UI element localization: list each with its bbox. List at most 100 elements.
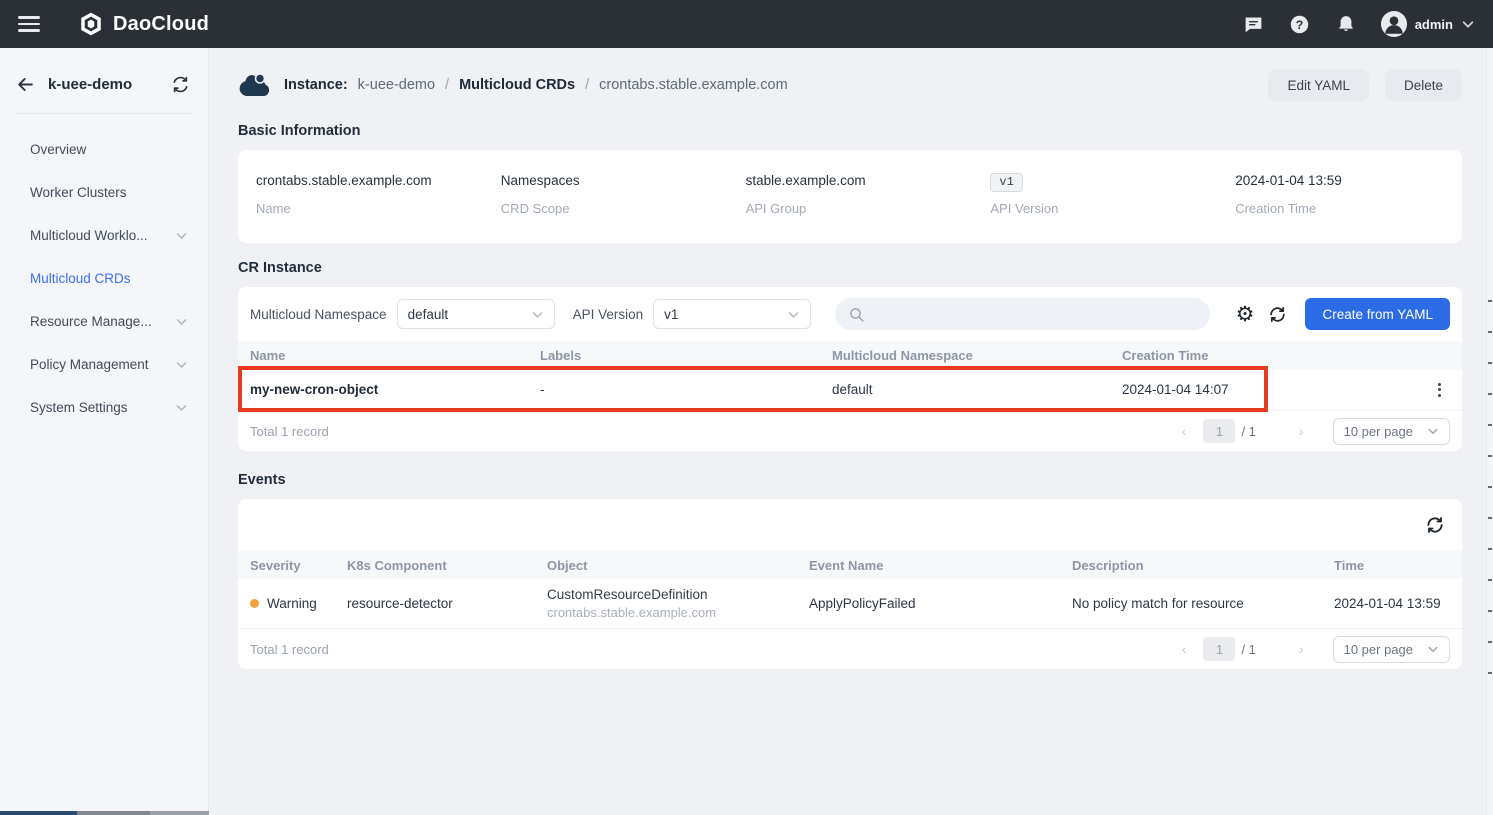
breadcrumb-separator: /	[585, 77, 589, 93]
main-content: Instance: k-uee-demo / Multicloud CRDs /…	[209, 48, 1493, 815]
column-header-object: Object	[535, 558, 797, 573]
cell-severity: Warning	[267, 596, 317, 611]
field-value: Namespaces	[501, 173, 728, 192]
cr-table-footer: Total 1 record ‹ 1 / 1 › 10 per page	[238, 411, 1462, 451]
breadcrumb-item-multicloud-crds[interactable]: Multicloud CRDs	[459, 77, 575, 93]
chevron-down-icon	[531, 308, 544, 321]
events-table-header: Severity K8s Component Object Event Name…	[238, 551, 1462, 579]
delete-button[interactable]: Delete	[1385, 69, 1462, 101]
refresh-icon[interactable]	[1425, 515, 1445, 535]
column-header-namespace: Multicloud Namespace	[820, 348, 1110, 363]
breadcrumb-item-crd-name: crontabs.stable.example.com	[599, 77, 788, 93]
page-scrollbar[interactable]	[1486, 48, 1493, 815]
per-page-value: 10 per page	[1344, 424, 1413, 439]
object-name: crontabs.stable.example.com	[547, 605, 797, 620]
prev-page-icon[interactable]: ‹	[1179, 423, 1190, 439]
back-arrow-icon[interactable]	[16, 75, 35, 94]
sidebar-item-label: Worker Clusters	[30, 185, 127, 200]
cr-table-header: Name Labels Multicloud Namespace Creatio…	[238, 341, 1462, 369]
table-row[interactable]: my-new-cron-object - default 2024-01-04 …	[238, 369, 1462, 411]
sidebar-item-system-settings[interactable]: System Settings	[0, 386, 208, 429]
create-from-yaml-button[interactable]: Create from YAML	[1305, 298, 1450, 330]
breadcrumb-prefix: Instance:	[284, 77, 348, 93]
cell-name[interactable]: my-new-cron-object	[238, 382, 528, 397]
cluster-name: k-uee-demo	[48, 76, 132, 93]
column-header-labels: Labels	[528, 348, 820, 363]
cell-object: CustomResourceDefinition crontabs.stable…	[535, 587, 797, 620]
field-crd-scope: Namespaces CRD Scope	[483, 173, 728, 216]
breadcrumb: Instance: k-uee-demo / Multicloud CRDs /…	[284, 77, 788, 93]
namespace-select-value: default	[408, 307, 449, 322]
column-header-description: Description	[1060, 558, 1322, 573]
page-count: / 1	[1241, 642, 1255, 657]
sidebar-item-label: Multicloud Worklo...	[30, 228, 148, 243]
cell-event-name: ApplyPolicyFailed	[797, 596, 1060, 611]
per-page-value: 10 per page	[1344, 642, 1413, 657]
column-header-severity: Severity	[238, 558, 335, 573]
api-version-select[interactable]: v1	[653, 299, 811, 329]
user-menu[interactable]: admin	[1381, 11, 1475, 37]
sidebar-item-label: System Settings	[30, 400, 128, 415]
current-page-input[interactable]: 1	[1203, 419, 1235, 443]
brand[interactable]: DaoCloud	[78, 11, 209, 37]
breadcrumb-separator: /	[445, 77, 449, 93]
chevron-down-icon	[175, 358, 188, 371]
switch-cluster-icon[interactable]	[171, 76, 190, 93]
field-value: stable.example.com	[746, 173, 973, 192]
sidebar-item-overview[interactable]: Overview	[0, 128, 208, 171]
namespace-select[interactable]: default	[397, 299, 555, 329]
search-input[interactable]	[835, 298, 1210, 330]
column-header-name: Name	[238, 348, 528, 363]
edit-yaml-button[interactable]: Edit YAML	[1268, 69, 1369, 101]
basic-info-title: Basic Information	[238, 123, 1462, 139]
chevron-down-icon	[787, 308, 800, 321]
chevron-down-icon	[175, 315, 188, 328]
next-page-icon[interactable]: ›	[1296, 423, 1307, 439]
per-page-select[interactable]: 10 per page	[1333, 636, 1450, 663]
sidebar-item-label: Resource Manage...	[30, 314, 152, 329]
object-kind: CustomResourceDefinition	[547, 587, 797, 602]
bottom-edge-artifact	[0, 811, 209, 815]
current-page-input[interactable]: 1	[1203, 637, 1235, 661]
sidebar-item-label: Multicloud CRDs	[30, 271, 131, 286]
field-creation-time: 2024-01-04 13:59 Creation Time	[1217, 173, 1462, 216]
cell-creation-time: 2024-01-04 14:07	[1110, 382, 1405, 397]
sidebar-item-worker-clusters[interactable]: Worker Clusters	[0, 171, 208, 214]
field-api-version: v1 API Version	[972, 173, 1217, 216]
breadcrumb-item-cluster[interactable]: k-uee-demo	[358, 77, 435, 93]
chevron-down-icon	[1427, 425, 1439, 437]
sidebar-item-policy-management[interactable]: Policy Management	[0, 343, 208, 386]
events-table-footer: Total 1 record ‹ 1 / 1 › 10 per page	[238, 629, 1462, 669]
cloud-instance-icon	[238, 72, 272, 98]
cell-k8s-component: resource-detector	[335, 596, 535, 611]
sidebar-item-resource-management[interactable]: Resource Manage...	[0, 300, 208, 343]
row-actions-kebab-icon[interactable]	[1417, 383, 1462, 397]
sidebar-item-multicloud-crds[interactable]: Multicloud CRDs	[0, 257, 208, 300]
bell-icon[interactable]	[1335, 13, 1357, 35]
hamburger-menu-icon[interactable]	[18, 16, 40, 32]
chevron-down-icon	[1427, 643, 1439, 655]
field-label: Creation Time	[1235, 201, 1462, 216]
gear-icon[interactable]: ⚙	[1236, 304, 1255, 325]
events-card: Severity K8s Component Object Event Name…	[238, 499, 1462, 669]
api-version-filter-label: API Version	[573, 307, 644, 322]
warning-dot-icon	[250, 599, 259, 608]
chevron-down-icon	[175, 401, 188, 414]
sidebar-item-multicloud-workloads[interactable]: Multicloud Worklo...	[0, 214, 208, 257]
table-row: Warning resource-detector CustomResource…	[238, 579, 1462, 629]
refresh-icon[interactable]	[1268, 305, 1287, 324]
per-page-select[interactable]: 10 per page	[1333, 418, 1450, 445]
help-icon[interactable]: ?	[1289, 13, 1311, 35]
field-label: API Group	[746, 201, 973, 216]
field-name: crontabs.stable.example.com Name	[238, 173, 483, 216]
basic-info-card: crontabs.stable.example.com Name Namespa…	[238, 150, 1462, 243]
user-name: admin	[1415, 17, 1453, 32]
next-page-icon[interactable]: ›	[1296, 641, 1307, 657]
sidebar-item-label: Overview	[30, 142, 86, 157]
message-icon[interactable]	[1243, 13, 1265, 35]
column-header-time: Time	[1322, 558, 1462, 573]
field-label: CRD Scope	[501, 201, 728, 216]
cell-namespace: default	[820, 382, 1110, 397]
prev-page-icon[interactable]: ‹	[1179, 641, 1190, 657]
total-records: Total 1 record	[250, 424, 329, 439]
